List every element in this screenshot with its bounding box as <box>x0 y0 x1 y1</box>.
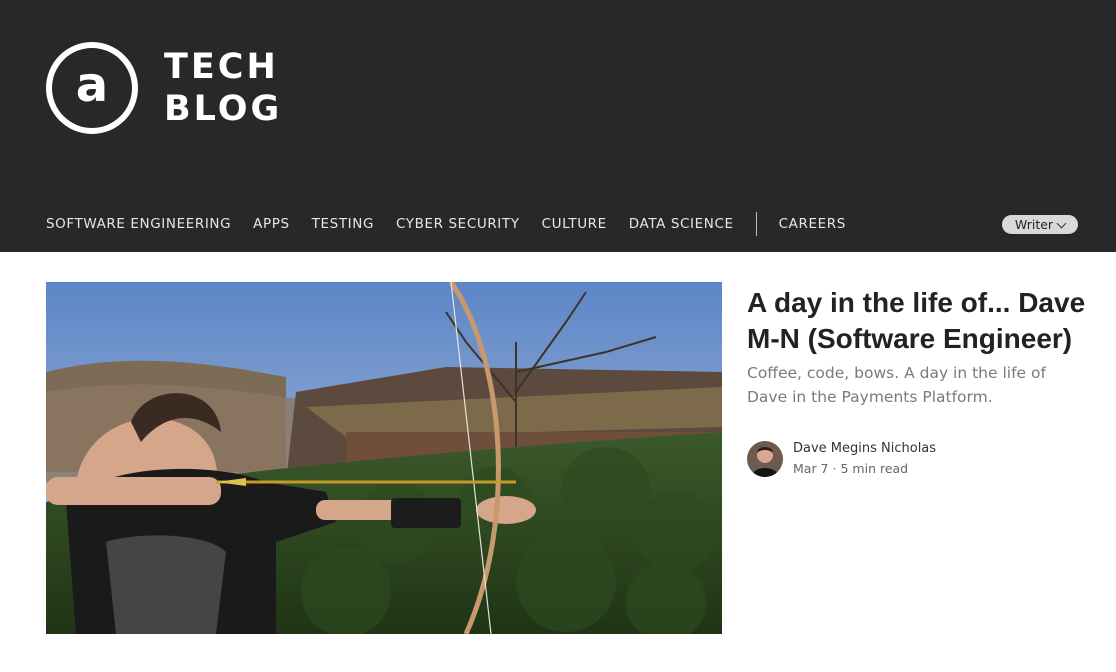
avatar[interactable] <box>747 441 783 477</box>
nav-item-data-science[interactable]: DATA SCIENCE <box>629 211 734 237</box>
nav-item-software-engineering[interactable]: SOFTWARE ENGINEERING <box>46 211 231 237</box>
author-row: Dave Megins Nicholas Mar 7 · 5 min read <box>747 439 1087 479</box>
nav-item-apps[interactable]: APPS <box>253 211 290 237</box>
chevron-down-icon <box>1056 218 1067 228</box>
article-meta: Mar 7 · 5 min read <box>793 459 936 479</box>
logo-line-blog: BLOG <box>164 89 283 129</box>
featured-article: A day in the life of... Dave M-N (Softwa… <box>747 285 1087 479</box>
nav-item-testing[interactable]: TESTING <box>312 211 374 237</box>
article-title[interactable]: A day in the life of... Dave M-N (Softwa… <box>747 285 1087 357</box>
article-read-time: 5 min read <box>840 461 909 476</box>
nav-divider <box>755 212 757 236</box>
nav-item-careers[interactable]: CAREERS <box>779 211 846 237</box>
logo-text: TECH BLOG <box>164 46 282 130</box>
site-header: a TECH BLOG SOFTWARE ENGINEERING APPS TE… <box>0 0 1116 252</box>
nav-item-cyber-security[interactable]: CYBER SECURITY <box>396 211 520 237</box>
writer-dropdown-button[interactable]: Writer <box>1002 215 1078 234</box>
site-logo[interactable]: a TECH BLOG <box>46 42 282 134</box>
author-name[interactable]: Dave Megins Nicholas <box>793 439 936 459</box>
main-nav: SOFTWARE ENGINEERING APPS TESTING CYBER … <box>46 211 868 237</box>
logo-line-tech: TECH <box>164 47 279 87</box>
meta-separator: · <box>832 461 837 476</box>
writer-button-label: Writer <box>1014 217 1054 232</box>
logo-symbol: a <box>75 57 109 113</box>
article-date: Mar 7 <box>793 461 829 476</box>
archer-photo <box>46 282 722 634</box>
article-subtitle[interactable]: Coffee, code, bows. A day in the life of… <box>747 361 1087 409</box>
nav-item-culture[interactable]: CULTURE <box>542 211 607 237</box>
hero-image[interactable] <box>46 282 722 634</box>
author-meta: Dave Megins Nicholas Mar 7 · 5 min read <box>793 439 936 479</box>
logo-at-icon: a <box>46 42 138 134</box>
